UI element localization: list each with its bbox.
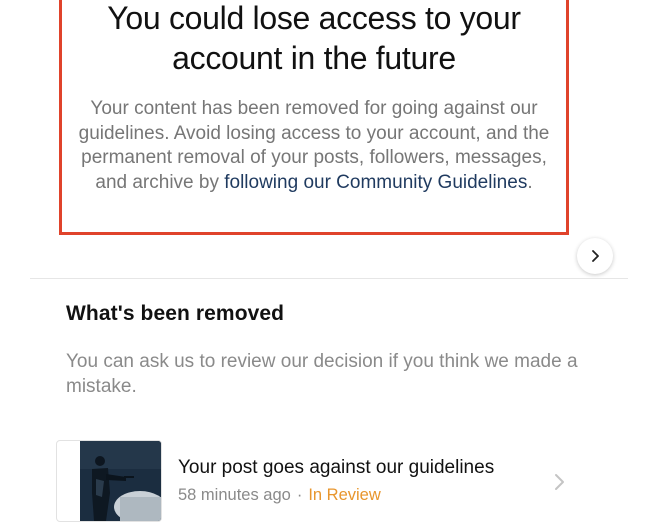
warning-body-trailing: .	[527, 171, 533, 193]
removed-section-title: What's been removed	[66, 302, 285, 325]
review-status-badge: In Review	[308, 486, 381, 504]
post-title: Your post goes against our guidelines	[178, 457, 495, 478]
post-timestamp: 58 minutes ago	[178, 486, 291, 504]
community-guidelines-link[interactable]: following our Community Guidelines	[224, 172, 527, 193]
meta-separator: ·	[296, 486, 303, 504]
chevron-right-icon	[592, 250, 599, 262]
warning-title: You could lose access to your account in…	[107, 0, 521, 76]
removed-section-description: You can ask us to review our decision if…	[66, 351, 578, 397]
post-meta: 58 minutes ago · In Review	[178, 486, 381, 505]
chevron-right-icon	[555, 474, 564, 490]
section-divider	[30, 278, 628, 279]
carousel-next-button[interactable]	[577, 238, 613, 274]
warning-body: Your content has been removed for going …	[76, 97, 552, 195]
post-thumbnail	[80, 441, 161, 521]
warning-card: You could lose access to your account in…	[59, 0, 569, 235]
removed-post-row[interactable]: Your post goes against our guidelines 58…	[56, 438, 586, 522]
